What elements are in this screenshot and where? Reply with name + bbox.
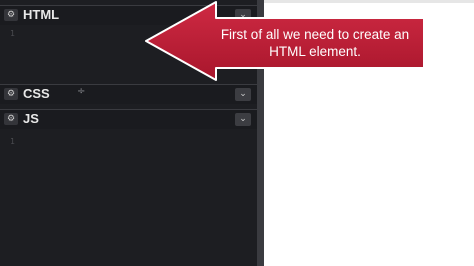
js-code-area[interactable]: 1 [0, 129, 257, 266]
css-panel-header: ⚙ CSS ⌄ [0, 84, 257, 104]
js-panel-header: ⚙ JS ⌄ [0, 109, 257, 129]
panel-title-css: CSS [23, 86, 50, 101]
gear-icon[interactable]: ⚙ [4, 9, 18, 21]
panel-title-js: JS [23, 111, 39, 126]
callout-text: First of all we need to create an HTML e… [220, 27, 410, 59]
line-number: 1 [10, 29, 15, 38]
chevron-down-icon[interactable]: ⌄ [235, 88, 251, 101]
gear-icon[interactable]: ⚙ [4, 113, 18, 125]
chevron-down-icon[interactable]: ⌄ [235, 113, 251, 126]
resize-handle-icon[interactable]: ÷ [77, 86, 85, 97]
gear-icon[interactable]: ⚙ [4, 88, 18, 100]
panel-title-html: HTML [23, 7, 60, 22]
line-number: 1 [10, 137, 15, 146]
